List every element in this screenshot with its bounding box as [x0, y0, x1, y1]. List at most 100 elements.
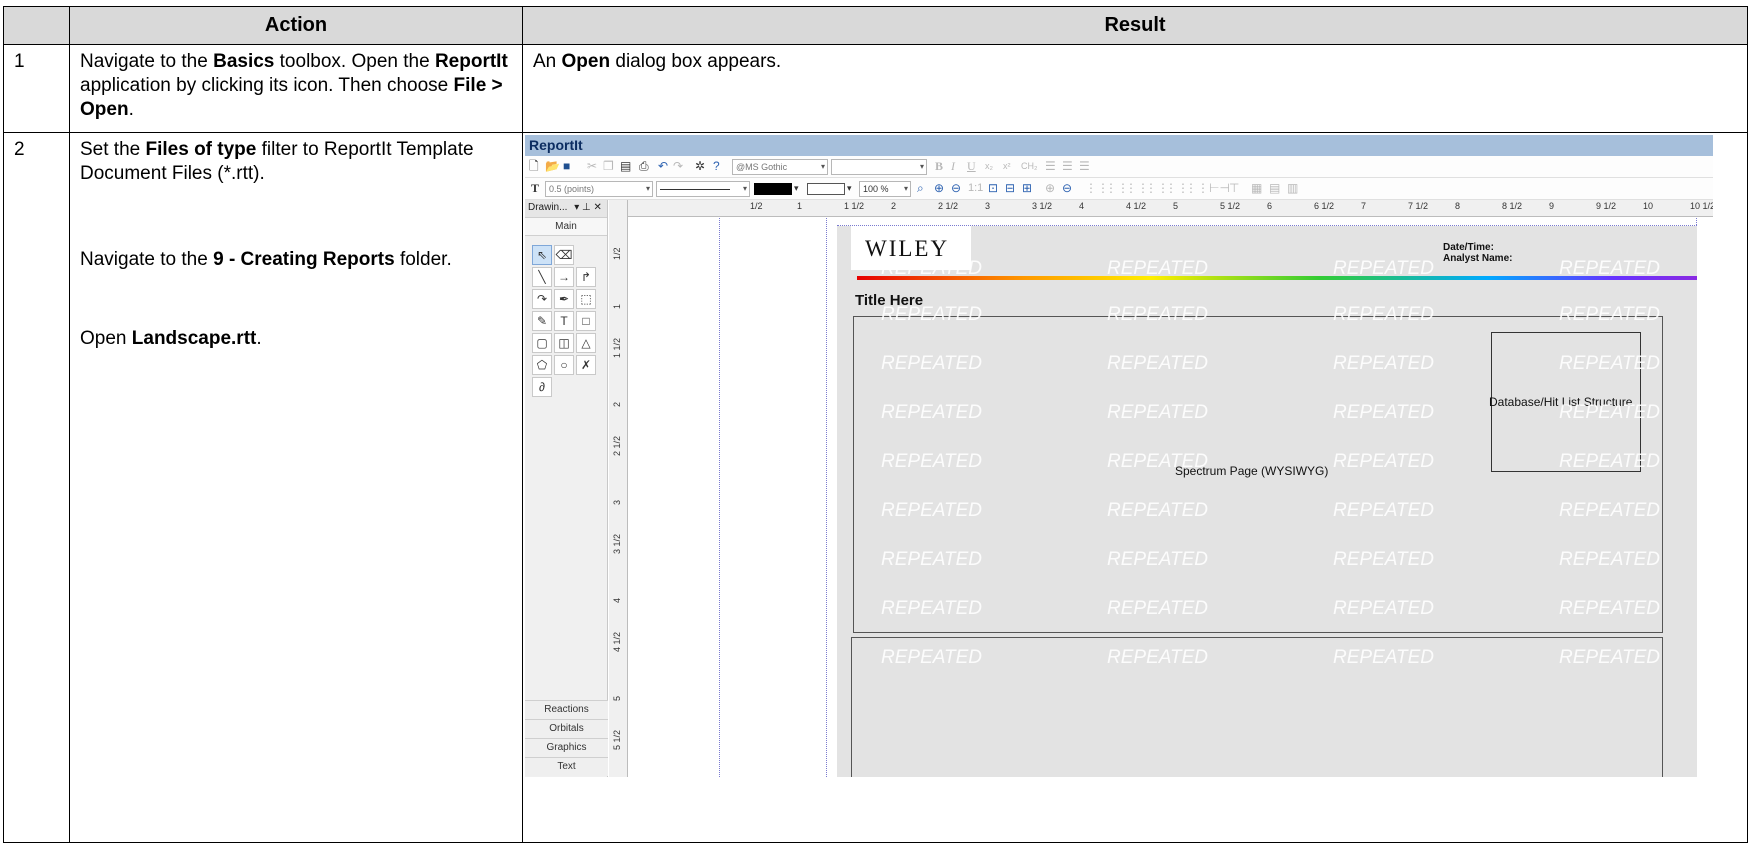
chevron-down-icon[interactable]: ▾	[847, 181, 852, 196]
panel-tab-orbitals[interactable]: Orbitals	[525, 719, 608, 738]
orbital-icon[interactable]: ∂	[532, 377, 552, 397]
bond-icon[interactable]: ✗	[576, 355, 596, 375]
header-row: Action Result	[3, 6, 1748, 45]
chevron-down-icon[interactable]: ▾	[574, 202, 579, 213]
save-icon[interactable]: ■	[563, 159, 570, 174]
new-doc-icon[interactable]: 🗋	[529, 159, 539, 174]
align-right-icon[interactable]: ☰	[1079, 159, 1090, 174]
ruler-tick-label: 8 1/2	[1502, 201, 1523, 211]
brush-icon[interactable]: ✎	[532, 311, 552, 331]
same-width-icon[interactable]: ⊢⊣	[1209, 181, 1230, 196]
actual-size-icon[interactable]: 1:1	[968, 181, 983, 196]
panel-tab-reactions[interactable]: Reactions	[525, 700, 608, 719]
panel-tab-text[interactable]: Text	[525, 757, 608, 776]
action-paragraph: Navigate to the 9 - Creating Reports fol…	[80, 248, 512, 272]
text-tool-icon[interactable]: T	[531, 181, 539, 196]
line-icon[interactable]: ╲	[532, 267, 552, 287]
repeated-watermark: REPEATED	[1559, 258, 1661, 279]
redo-icon[interactable]: ↷	[673, 159, 683, 174]
margin-guide	[719, 218, 720, 777]
step-result: An Open dialog box appears.	[522, 44, 1748, 133]
panel-main-tab[interactable]: Main	[525, 218, 607, 236]
ungroup-icon[interactable]: ▤	[1269, 181, 1280, 196]
ruler-tick-label: 3 1/2	[612, 533, 622, 554]
ruler-tick-label: 1/2	[612, 247, 622, 260]
align-left-icon[interactable]: ☰	[1045, 159, 1056, 174]
zoom-tool-icon[interactable]: ⌕	[917, 181, 924, 196]
print-icon[interactable]: ⎙	[639, 159, 649, 174]
action-text: application by clicking its icon. Then c…	[80, 75, 454, 96]
copy-icon[interactable]: ❐	[603, 159, 614, 174]
subscript-icon[interactable]: x₂	[985, 159, 993, 174]
margin-guide	[826, 218, 827, 777]
fill-icon[interactable]: ⬚	[576, 289, 596, 309]
repeated-watermark: REPEATED	[1333, 353, 1435, 374]
horizontal-ruler: 1/2 1 1 1/2 2 2 1/2 3 3 1/2 4 4 1/2 5 5 1/2 6 6 1/2 7…	[628, 200, 1713, 217]
open-folder-icon[interactable]: 📂	[545, 159, 560, 174]
arc-icon[interactable]: ↷	[532, 289, 552, 309]
arrow-icon[interactable]: →	[554, 267, 574, 287]
distribute-h-icon[interactable]: ⋮⋮	[1185, 181, 1209, 196]
fit-width-icon[interactable]: ⊟	[1005, 181, 1015, 196]
chevron-down-icon[interactable]: ▾	[794, 181, 799, 196]
text-icon[interactable]: T	[554, 311, 574, 331]
font-size-combo[interactable]: ▾	[831, 159, 927, 175]
group-icon[interactable]: ▦	[1251, 181, 1262, 196]
select-arrow-icon[interactable]: ⇖	[532, 245, 552, 265]
panel-tab-graphics[interactable]: Graphics	[525, 738, 608, 757]
triangle-icon[interactable]: △	[576, 333, 596, 353]
same-height-icon[interactable]: ⊤	[1229, 181, 1239, 196]
underline-icon[interactable]: U	[967, 159, 976, 174]
cut-icon[interactable]: ✂	[587, 159, 597, 174]
fit-height-icon[interactable]: ⊞	[1022, 181, 1032, 196]
line-color-swatch[interactable]	[754, 183, 792, 195]
zoom-select-icon[interactable]: ⊖	[1062, 181, 1072, 196]
fill-color-swatch[interactable]	[807, 183, 845, 195]
ruler-tick-label: 1 1/2	[612, 337, 622, 358]
rounded-rect-icon[interactable]: ▢	[532, 333, 552, 353]
design-canvas[interactable]: WILEY Date/Time: Analyst Name: Title Here…	[629, 218, 1713, 777]
chem-format-icon[interactable]: CH₂	[1021, 159, 1038, 174]
close-icon[interactable]: ✕	[594, 202, 602, 213]
step-row-1: 1 Navigate to the Basics toolbox. Open t…	[3, 44, 1748, 133]
action-text: .	[256, 328, 262, 349]
zoom-prev-icon[interactable]: ⊕	[1045, 181, 1055, 196]
standard-toolbar: 🗋 📂 ■ ✂ ❐ ▤ ⎙ ↶ ↷ ✲ ? @MS Gothic ▾ ▾ B I …	[525, 156, 1713, 178]
repeated-watermark: REPEATED	[881, 549, 983, 570]
ellipse-icon[interactable]: ○	[554, 355, 574, 375]
pin-icon[interactable]: ⊥	[582, 202, 591, 213]
italic-icon[interactable]: I	[951, 159, 955, 174]
repeated-watermark: REPEATED	[1107, 549, 1209, 570]
pen-icon[interactable]: ✒	[554, 289, 574, 309]
undo-icon[interactable]: ↶	[658, 159, 668, 174]
line-width-combo[interactable]: 0.5 (points) ▾	[545, 181, 653, 197]
eraser-icon[interactable]: ⌫	[554, 245, 574, 265]
ruler-tick-label: 2	[612, 401, 622, 407]
bent-arrow-icon[interactable]: ↱	[576, 267, 596, 287]
datetime-field[interactable]: Date/Time: Analyst Name:	[1443, 242, 1512, 264]
fit-page-icon[interactable]: ⊡	[988, 181, 998, 196]
repeated-watermark: REPEATED	[1107, 402, 1209, 423]
ruler-tick-label: 2 1/2	[612, 435, 622, 456]
report-page[interactable]: WILEY Date/Time: Analyst Name: Title Here…	[837, 226, 1697, 777]
magic-icon[interactable]: ✲	[695, 159, 705, 174]
help-icon[interactable]: ?	[713, 159, 720, 174]
ruler-tick-label: 3	[612, 499, 622, 505]
bold-icon[interactable]: B	[935, 159, 943, 174]
shape-icon[interactable]: ◫	[554, 333, 574, 353]
font-combo[interactable]: @MS Gothic ▾	[732, 159, 828, 175]
zoom-out-icon[interactable]: ⊖	[951, 181, 961, 196]
ruler-tick-label: 1	[612, 303, 622, 309]
ruler-tick-label: 7	[1361, 201, 1367, 211]
paste-icon[interactable]: ▤	[620, 159, 631, 174]
zoom-combo[interactable]: 100 % ▾	[859, 181, 911, 197]
rectangle-icon[interactable]: □	[576, 311, 596, 331]
chevron-down-icon: ▾	[903, 184, 908, 193]
zoom-in-icon[interactable]: ⊕	[934, 181, 944, 196]
line-style-combo[interactable]: ▾	[656, 181, 750, 197]
pentagon-icon[interactable]: ⬠	[532, 355, 552, 375]
align-center-icon[interactable]: ☰	[1062, 159, 1073, 174]
superscript-icon[interactable]: x²	[1003, 159, 1011, 174]
repeated-watermark: REPEATED	[1559, 304, 1661, 325]
order-icon[interactable]: ▥	[1287, 181, 1298, 196]
